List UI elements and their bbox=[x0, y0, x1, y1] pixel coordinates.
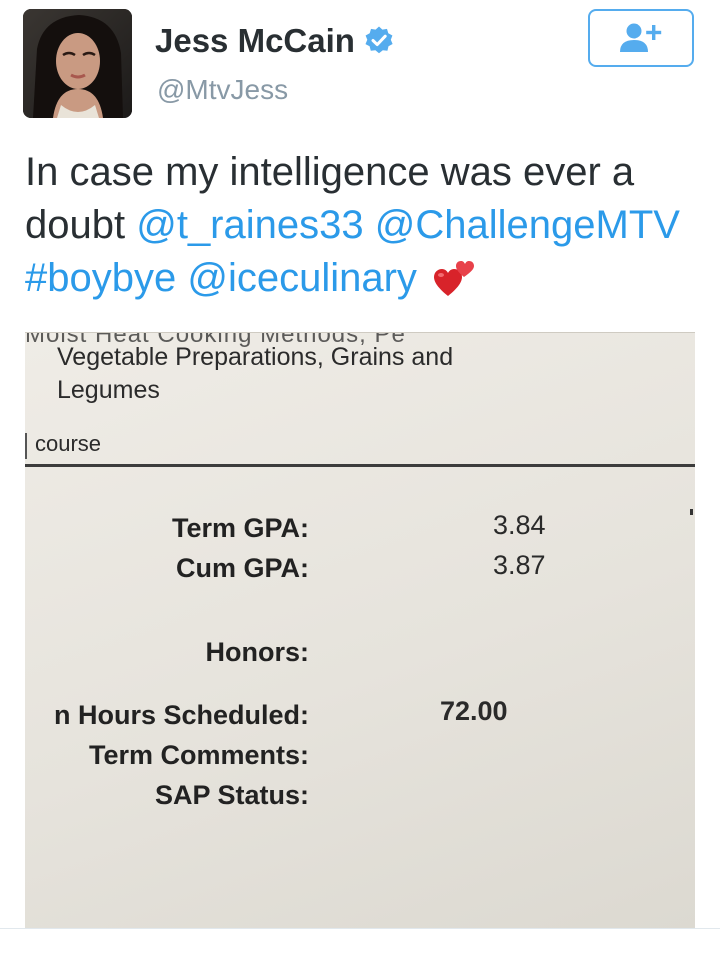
hours-scheduled-label: n Hours Scheduled: bbox=[53, 700, 309, 730]
avatar[interactable] bbox=[23, 9, 132, 118]
photo-course-line1: Vegetable Preparations, Grains and bbox=[57, 343, 454, 371]
photo-course-line2: Legumes bbox=[57, 376, 160, 404]
bottom-divider bbox=[0, 928, 720, 929]
mention-iceculinary[interactable]: @iceculinary bbox=[187, 256, 417, 300]
hours-scheduled-value: 72.00 bbox=[440, 696, 508, 726]
user-handle[interactable]: @MtvJess bbox=[157, 74, 288, 106]
hashtag-boybye[interactable]: #boybye bbox=[25, 256, 176, 300]
avatar-photo bbox=[23, 9, 132, 118]
tweet-text: In case my intelligence was ever a doubt… bbox=[25, 146, 695, 305]
follow-button[interactable] bbox=[588, 9, 694, 67]
two-hearts-icon bbox=[432, 257, 476, 301]
term-gpa-value: 3.84 bbox=[493, 510, 546, 540]
tweet-text-line1: In case my intelligence was ever a bbox=[25, 150, 635, 194]
sap-status-label: SAP Status: bbox=[154, 780, 309, 810]
tweet-text-doubt: doubt bbox=[25, 203, 137, 247]
cum-gpa-label: Cum GPA: bbox=[176, 553, 309, 583]
add-user-icon bbox=[620, 23, 662, 52]
photo-divider-rule bbox=[25, 464, 695, 467]
term-gpa-label: Term GPA: bbox=[171, 513, 309, 543]
mention-challengemtv[interactable]: @ChallengeMTV bbox=[375, 203, 680, 247]
display-name[interactable]: Jess McCain bbox=[155, 22, 395, 60]
cum-gpa-value: 3.87 bbox=[493, 550, 546, 580]
term-comments-label: Term Comments: bbox=[88, 740, 309, 770]
honors-label: Honors: bbox=[205, 637, 310, 667]
verified-badge-icon bbox=[363, 25, 395, 57]
tweet-photo[interactable]: Moist Heat Cooking Methods, Pe Vegetable… bbox=[25, 332, 695, 929]
photo-tick-mark bbox=[690, 509, 693, 515]
display-name-text: Jess McCain bbox=[155, 22, 355, 59]
mention-t-raines33[interactable]: @t_raines33 bbox=[136, 203, 363, 247]
photo-course-label: course bbox=[35, 431, 102, 456]
photo-margin-bar bbox=[25, 433, 27, 459]
